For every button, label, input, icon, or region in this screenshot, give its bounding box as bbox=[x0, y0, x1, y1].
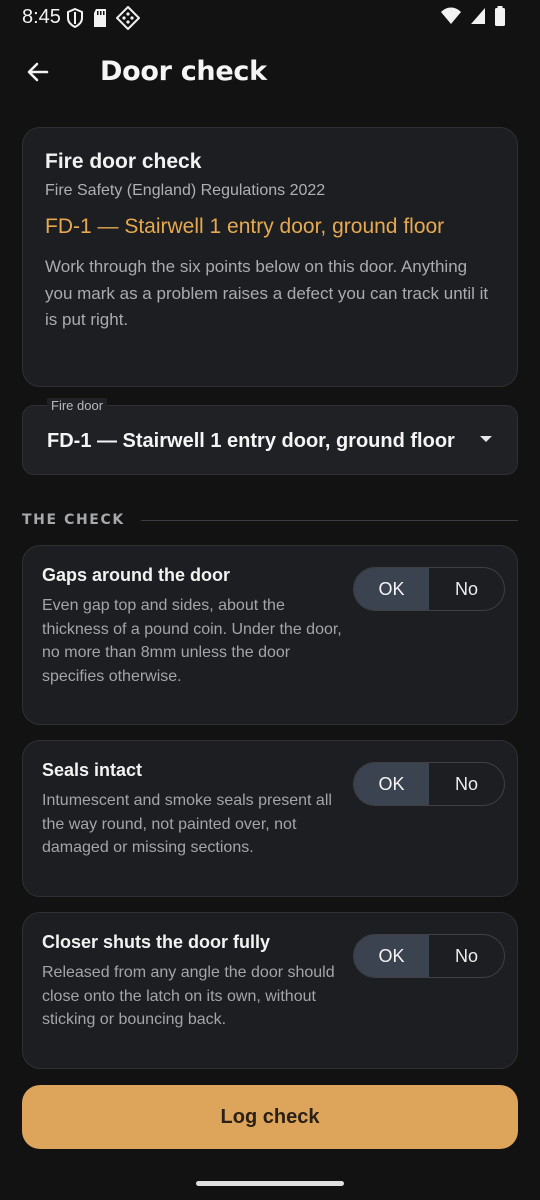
sd-card-icon bbox=[92, 8, 108, 28]
status-right-icons bbox=[440, 6, 506, 26]
fire-door-label: Fire door bbox=[47, 398, 108, 413]
cellular-signal-icon bbox=[470, 7, 486, 25]
app-bar: Door check bbox=[0, 44, 540, 104]
app-notification-icon bbox=[116, 6, 140, 30]
check-title: Seals intact bbox=[42, 760, 143, 780]
door-name: FD-1 — Stairwell 1 entry door, ground fl… bbox=[45, 215, 445, 238]
no-button[interactable]: No bbox=[429, 935, 504, 977]
arrow-back-icon bbox=[25, 59, 51, 90]
regulation-text: Fire Safety (England) Regulations 2022 bbox=[45, 182, 326, 199]
status-bar: 8:45 bbox=[0, 0, 540, 34]
check-card-seals: Seals intact Intumescent and smoke seals… bbox=[22, 740, 518, 897]
no-button[interactable]: No bbox=[429, 763, 504, 805]
back-button[interactable] bbox=[18, 54, 58, 94]
section-divider bbox=[140, 519, 518, 521]
check-title: Gaps around the door bbox=[42, 565, 231, 585]
section-header: THE CHECK bbox=[22, 510, 518, 530]
check-card-closer: Closer shuts the door fully Released fro… bbox=[22, 912, 518, 1069]
check-card-gaps: Gaps around the door Even gap top and si… bbox=[22, 545, 518, 725]
wifi-icon bbox=[440, 7, 462, 25]
check-description: Even gap top and sides, about the thickn… bbox=[42, 597, 342, 685]
dropdown-arrow-icon bbox=[479, 434, 493, 444]
intro-title: Fire door check bbox=[45, 150, 202, 173]
status-time: 8:45 bbox=[22, 6, 61, 28]
log-check-button[interactable]: Log check bbox=[22, 1085, 518, 1149]
intro-description: Work through the six points below on thi… bbox=[45, 257, 489, 329]
ok-no-toggle: OK No bbox=[353, 934, 505, 978]
ok-button[interactable]: OK bbox=[354, 763, 429, 805]
no-button[interactable]: No bbox=[429, 568, 504, 610]
intro-card: Fire door check Fire Safety (England) Re… bbox=[22, 127, 518, 387]
section-label: THE CHECK bbox=[22, 512, 125, 528]
check-title: Closer shuts the door fully bbox=[42, 932, 271, 952]
shield-icon bbox=[66, 8, 84, 28]
check-description: Released from any angle the door should … bbox=[42, 964, 335, 1028]
fire-door-value: FD-1 — Stairwell 1 entry door, ground fl… bbox=[47, 430, 455, 452]
battery-icon bbox=[494, 6, 506, 26]
ok-no-toggle: OK No bbox=[353, 567, 505, 611]
fire-door-select[interactable]: Fire door FD-1 — Stairwell 1 entry door,… bbox=[22, 398, 518, 475]
check-description: Intumescent and smoke seals present all … bbox=[42, 792, 332, 856]
status-left-icons bbox=[66, 6, 140, 30]
ok-button[interactable]: OK bbox=[354, 935, 429, 977]
ok-button[interactable]: OK bbox=[354, 568, 429, 610]
ok-no-toggle: OK No bbox=[353, 762, 505, 806]
gesture-nav-handle[interactable] bbox=[196, 1181, 344, 1186]
page-title: Door check bbox=[100, 56, 267, 87]
